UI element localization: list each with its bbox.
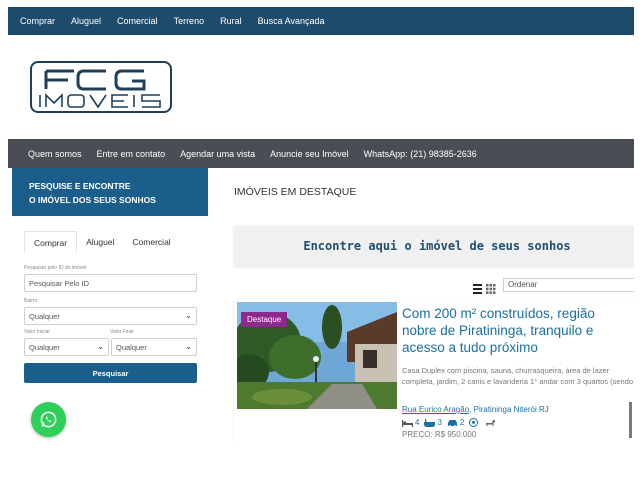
nav-comercial[interactable]: Comercial: [117, 16, 158, 26]
nav-aluguel[interactable]: Aluguel: [71, 16, 101, 26]
listing-address-street[interactable]: Rua Eurico Aragão: [402, 405, 469, 414]
nav-comprar[interactable]: Comprar: [20, 16, 55, 26]
chevron-down-icon: ⌄: [185, 311, 192, 320]
list-view-icon[interactable]: [473, 284, 482, 294]
garage-feature: 2: [447, 418, 464, 427]
bairro-label: Bairro: [24, 298, 38, 304]
bairro-value: Qualquer: [29, 312, 60, 321]
view-toggle: [473, 281, 497, 294]
scrollbar[interactable]: [629, 402, 632, 438]
bed-icon: [402, 419, 413, 427]
search-button[interactable]: Pesquisar: [24, 363, 197, 383]
listing-photo[interactable]: Destaque: [237, 302, 397, 409]
tab-aluguel[interactable]: Aluguel: [77, 231, 123, 253]
bath-icon: [424, 418, 436, 427]
search-heading: PESQUISE E ENCONTRE O IMÓVEL DOS SEUS SO…: [12, 168, 208, 216]
bathrooms-count: 3: [437, 418, 442, 427]
nav-contato[interactable]: Entre em contato: [97, 149, 166, 159]
page-frame: Comprar Aluguel Comercial Terreno Rural …: [8, 7, 634, 441]
header-logo-area: [8, 35, 634, 139]
bedrooms-count: 4: [415, 418, 420, 427]
banner-text: Encontre aqui o imóvel de seus sonhos: [303, 239, 571, 253]
listing-address-rest: , Piratininga Niterói RJ: [469, 405, 549, 414]
nav-whatsapp[interactable]: WhatsApp: (21) 98385-2636: [364, 149, 477, 159]
logo-graphic: [39, 69, 161, 109]
leisure-feature: [469, 418, 480, 427]
nav-agendar-visita[interactable]: Agendar uma vista: [180, 149, 255, 159]
nav-busca-avancada[interactable]: Busca Avançada: [258, 16, 325, 26]
search-sidebar: PESQUISE E ENCONTRE O IMÓVEL DOS SEUS SO…: [12, 168, 209, 441]
secondary-nav: Quem somos Entre em contato Agendar uma …: [8, 139, 634, 168]
section-title: IMÓVEIS EM DESTAQUE: [234, 186, 357, 198]
min-value-label: Valor Inicial: [24, 329, 50, 335]
bathrooms-feature: 3: [424, 418, 442, 427]
min-value-select[interactable]: Qualquer ⌄: [24, 338, 109, 356]
bedrooms-feature: 4: [402, 418, 419, 427]
pets-feature: [485, 418, 498, 427]
chevron-down-icon: ⌄: [185, 342, 192, 351]
top-nav: Comprar Aluguel Comercial Terreno Rural …: [8, 7, 634, 35]
nav-quem-somos[interactable]: Quem somos: [28, 149, 82, 159]
tab-comprar[interactable]: Comprar: [24, 231, 78, 253]
search-id-label: Pesquisar pelo ID do imóvel: [24, 265, 87, 271]
search-tabs: Comprar Aluguel Comercial: [24, 231, 209, 253]
tab-comercial[interactable]: Comercial: [123, 231, 179, 253]
bairro-select[interactable]: Qualquer ⌄: [24, 307, 197, 325]
chevron-down-icon: ⌄: [97, 342, 104, 351]
max-value: Qualquer: [116, 343, 147, 352]
search-heading-line2: O IMÓVEL DOS SEUS SONHOS: [29, 195, 156, 205]
min-value: Qualquer: [29, 343, 60, 352]
listing-description: Casa Duplex com piscina, sauna, churrasq…: [402, 366, 634, 386]
max-value-select[interactable]: Qualquer ⌄: [111, 338, 197, 356]
search-form: Pesquisar pelo ID do imóvel Pesquisar Pe…: [24, 253, 209, 403]
listing-card[interactable]: Destaque Com 200 m² construídos, região …: [234, 299, 634, 441]
promo-banner: Encontre aqui o imóvel de seus sonhos: [234, 226, 634, 266]
whatsapp-float-button[interactable]: [31, 402, 66, 437]
main-content: IMÓVEIS EM DESTAQUE Encontre aqui o imóv…: [218, 168, 634, 441]
garage-count: 2: [459, 418, 465, 427]
grid-view-icon[interactable]: [486, 284, 496, 294]
company-logo[interactable]: [30, 61, 172, 113]
listing-price: PREÇO: R$ 950.000: [402, 430, 477, 439]
dog-icon: [486, 420, 496, 426]
max-value-label: Valor Final: [110, 329, 134, 335]
whatsapp-icon: [40, 411, 57, 428]
soccer-ball-icon: [469, 418, 479, 427]
nav-terreno[interactable]: Terreno: [174, 16, 205, 26]
featured-badge: Destaque: [241, 312, 288, 327]
search-id-input[interactable]: Pesquisar Pelo ID: [24, 274, 197, 292]
search-heading-line1: PESQUISE E ENCONTRE: [29, 181, 131, 191]
listing-address[interactable]: Rua Eurico Aragão, Piratininga Niterói R…: [402, 405, 549, 414]
listing-title[interactable]: Com 200 m² construídos, região nobre de …: [402, 305, 602, 356]
car-icon: [447, 419, 457, 427]
nav-rural[interactable]: Rural: [220, 16, 242, 26]
sort-input[interactable]: Ordenar: [503, 278, 634, 292]
nav-anuncie[interactable]: Anuncie seu Imóvel: [270, 149, 349, 159]
listing-features: 4 3 2: [402, 418, 503, 427]
